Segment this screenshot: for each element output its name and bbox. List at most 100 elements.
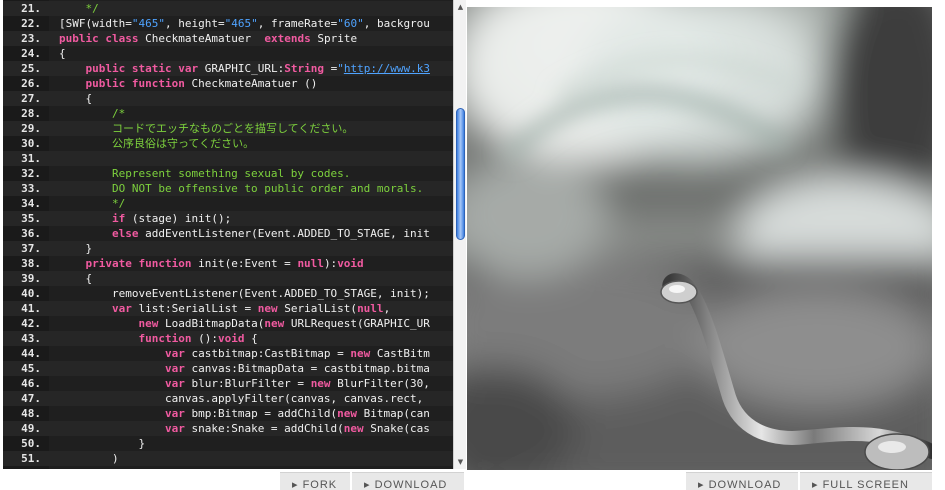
code-text: [SWF(width="465", height="465", frameRat…: [59, 16, 430, 31]
code-token[interactable]: http://www.k3: [344, 62, 430, 75]
code-text: else addEventListener(Event.ADDED_TO_STA…: [59, 226, 430, 241]
code-line: 33. DO NOT be offensive to public order …: [3, 181, 455, 196]
code-token: */: [59, 197, 126, 210]
line-number: 40.: [21, 287, 41, 300]
scroll-thumb[interactable]: [456, 108, 465, 240]
line-number: 38.: [21, 257, 41, 270]
full-screen-button[interactable]: ▸ FULL SCREEN: [800, 472, 932, 490]
code-token: new: [343, 422, 364, 435]
code-token: new: [350, 347, 371, 360]
code-token: ():: [191, 332, 218, 345]
code-token: ):: [323, 257, 338, 270]
code-text: {: [59, 271, 92, 286]
code-text: DO NOT be offensive to public order and …: [59, 181, 423, 196]
code-token: ): [59, 452, 119, 465]
code-token: var: [164, 347, 185, 360]
line-number: 48.: [21, 407, 41, 420]
code-text: public function CheckmateAmatuer (): [59, 76, 318, 91]
code-token: public: [85, 77, 126, 90]
code-token: public: [85, 62, 126, 75]
code-token: null: [357, 302, 384, 315]
code-line: 40. removeEventListener(Event.ADDED_TO_S…: [3, 286, 455, 301]
code-editor[interactable]: 21. */ 22. [SWF(width="465", height="465",…: [3, 0, 455, 469]
code-line: 38. private function init(e:Event = null…: [3, 256, 455, 271]
scroll-up-arrow-icon[interactable]: ▲: [454, 2, 467, 12]
code-text: canvas.applyFilter(canvas, canvas.rect,: [59, 391, 423, 406]
code-text: removeEventListener(Event.ADDED_TO_STAGE…: [59, 286, 430, 301]
code-line: 32. Represent something sexual by codes.: [3, 166, 455, 181]
line-number: 37.: [21, 242, 41, 255]
line-number: 45.: [21, 362, 41, 375]
code-line: 48. var bmp:Bitmap = addChild(new Bitmap…: [3, 406, 455, 421]
code-line: 41. var list:SerialList = new SerialList…: [3, 301, 455, 316]
code-token: var: [178, 62, 199, 75]
code-token: var: [164, 377, 185, 390]
code-token: , frameRate=: [257, 17, 338, 30]
line-number: 50.: [21, 437, 41, 450]
code-token: ": [337, 62, 344, 75]
code-token: "60": [337, 17, 364, 30]
line-number: 29.: [21, 122, 41, 135]
fork-button[interactable]: ▸ FORK: [280, 472, 350, 490]
code-text: var blur:BlurFilter = new BlurFilter(30,: [59, 376, 430, 391]
code-token: void: [337, 257, 364, 270]
code-token: , height=: [164, 17, 225, 30]
code-token: removeEventListener(Event.ADDED_TO_STAGE…: [59, 287, 430, 300]
code-token: bmp:Bitmap = addChild(: [184, 407, 338, 420]
download-swf-button[interactable]: ▸ DOWNLOAD: [686, 472, 798, 490]
line-number: 49.: [21, 422, 41, 435]
code-token: CheckmateAmatuer: [138, 32, 265, 45]
code-line: 50. }: [3, 436, 455, 451]
code-token: /*: [59, 107, 126, 120]
code-line: 43. function ():void {: [3, 331, 455, 346]
code-text: var bmp:Bitmap = addChild(new Bitmap(can: [59, 406, 430, 421]
code-token: new: [264, 317, 285, 330]
code-token: function: [138, 332, 192, 345]
line-number: 51.: [21, 452, 41, 465]
code-token: var: [164, 362, 185, 375]
code-line: 26. public function CheckmateAmatuer (): [3, 76, 455, 91]
code-token: {: [59, 272, 93, 285]
code-token: , backgrou: [363, 17, 430, 30]
code-token: else: [111, 227, 139, 240]
line-number: 31.: [21, 152, 41, 165]
code-token: BlurFilter(30,: [330, 377, 430, 390]
code-line: 46. var blur:BlurFilter = new BlurFilter…: [3, 376, 455, 391]
code-line: 39. {: [3, 271, 455, 286]
code-token: ,: [383, 302, 391, 315]
code-token: var: [164, 407, 185, 420]
code-line: 28. /*: [3, 106, 455, 121]
code-token: CheckmateAmatuer (): [184, 77, 318, 90]
scroll-down-arrow-icon[interactable]: ▼: [454, 457, 467, 467]
code-line: 37. }: [3, 241, 455, 256]
code-token: LoadBitmapData(: [158, 317, 265, 330]
code-token: init(e:Event =: [191, 257, 298, 270]
code-token: {: [59, 47, 66, 60]
code-line: 34. */: [3, 196, 455, 211]
code-token: =: [323, 62, 338, 75]
code-text: /*: [59, 106, 125, 121]
code-line: 51. ): [3, 451, 455, 466]
download-code-button[interactable]: ▸ DOWNLOAD: [352, 472, 464, 490]
editor-scrollbar[interactable]: ▲ ▼: [453, 0, 466, 469]
line-number: 21.: [21, 2, 41, 15]
code-text: 公序良俗は守ってください。: [59, 136, 254, 151]
code-line: 36. else addEventListener(Event.ADDED_TO…: [3, 226, 455, 241]
code-line: 29. コードでエッチなものごとを描写してください。: [3, 121, 455, 136]
code-token: GRAPHIC_URL:: [198, 62, 285, 75]
code-line: 22. [SWF(width="465", height="465", frame…: [3, 16, 455, 31]
code-token: static: [131, 62, 172, 75]
code-text: private function init(e:Event = null):vo…: [59, 256, 364, 271]
code-token: {: [59, 92, 93, 105]
code-text: public static var GRAPHIC_URL:String ="h…: [59, 61, 430, 76]
code-token: Sprite: [310, 32, 358, 45]
swf-preview[interactable]: [467, 7, 932, 470]
code-line: 25. public static var GRAPHIC_URL:String…: [3, 61, 455, 76]
